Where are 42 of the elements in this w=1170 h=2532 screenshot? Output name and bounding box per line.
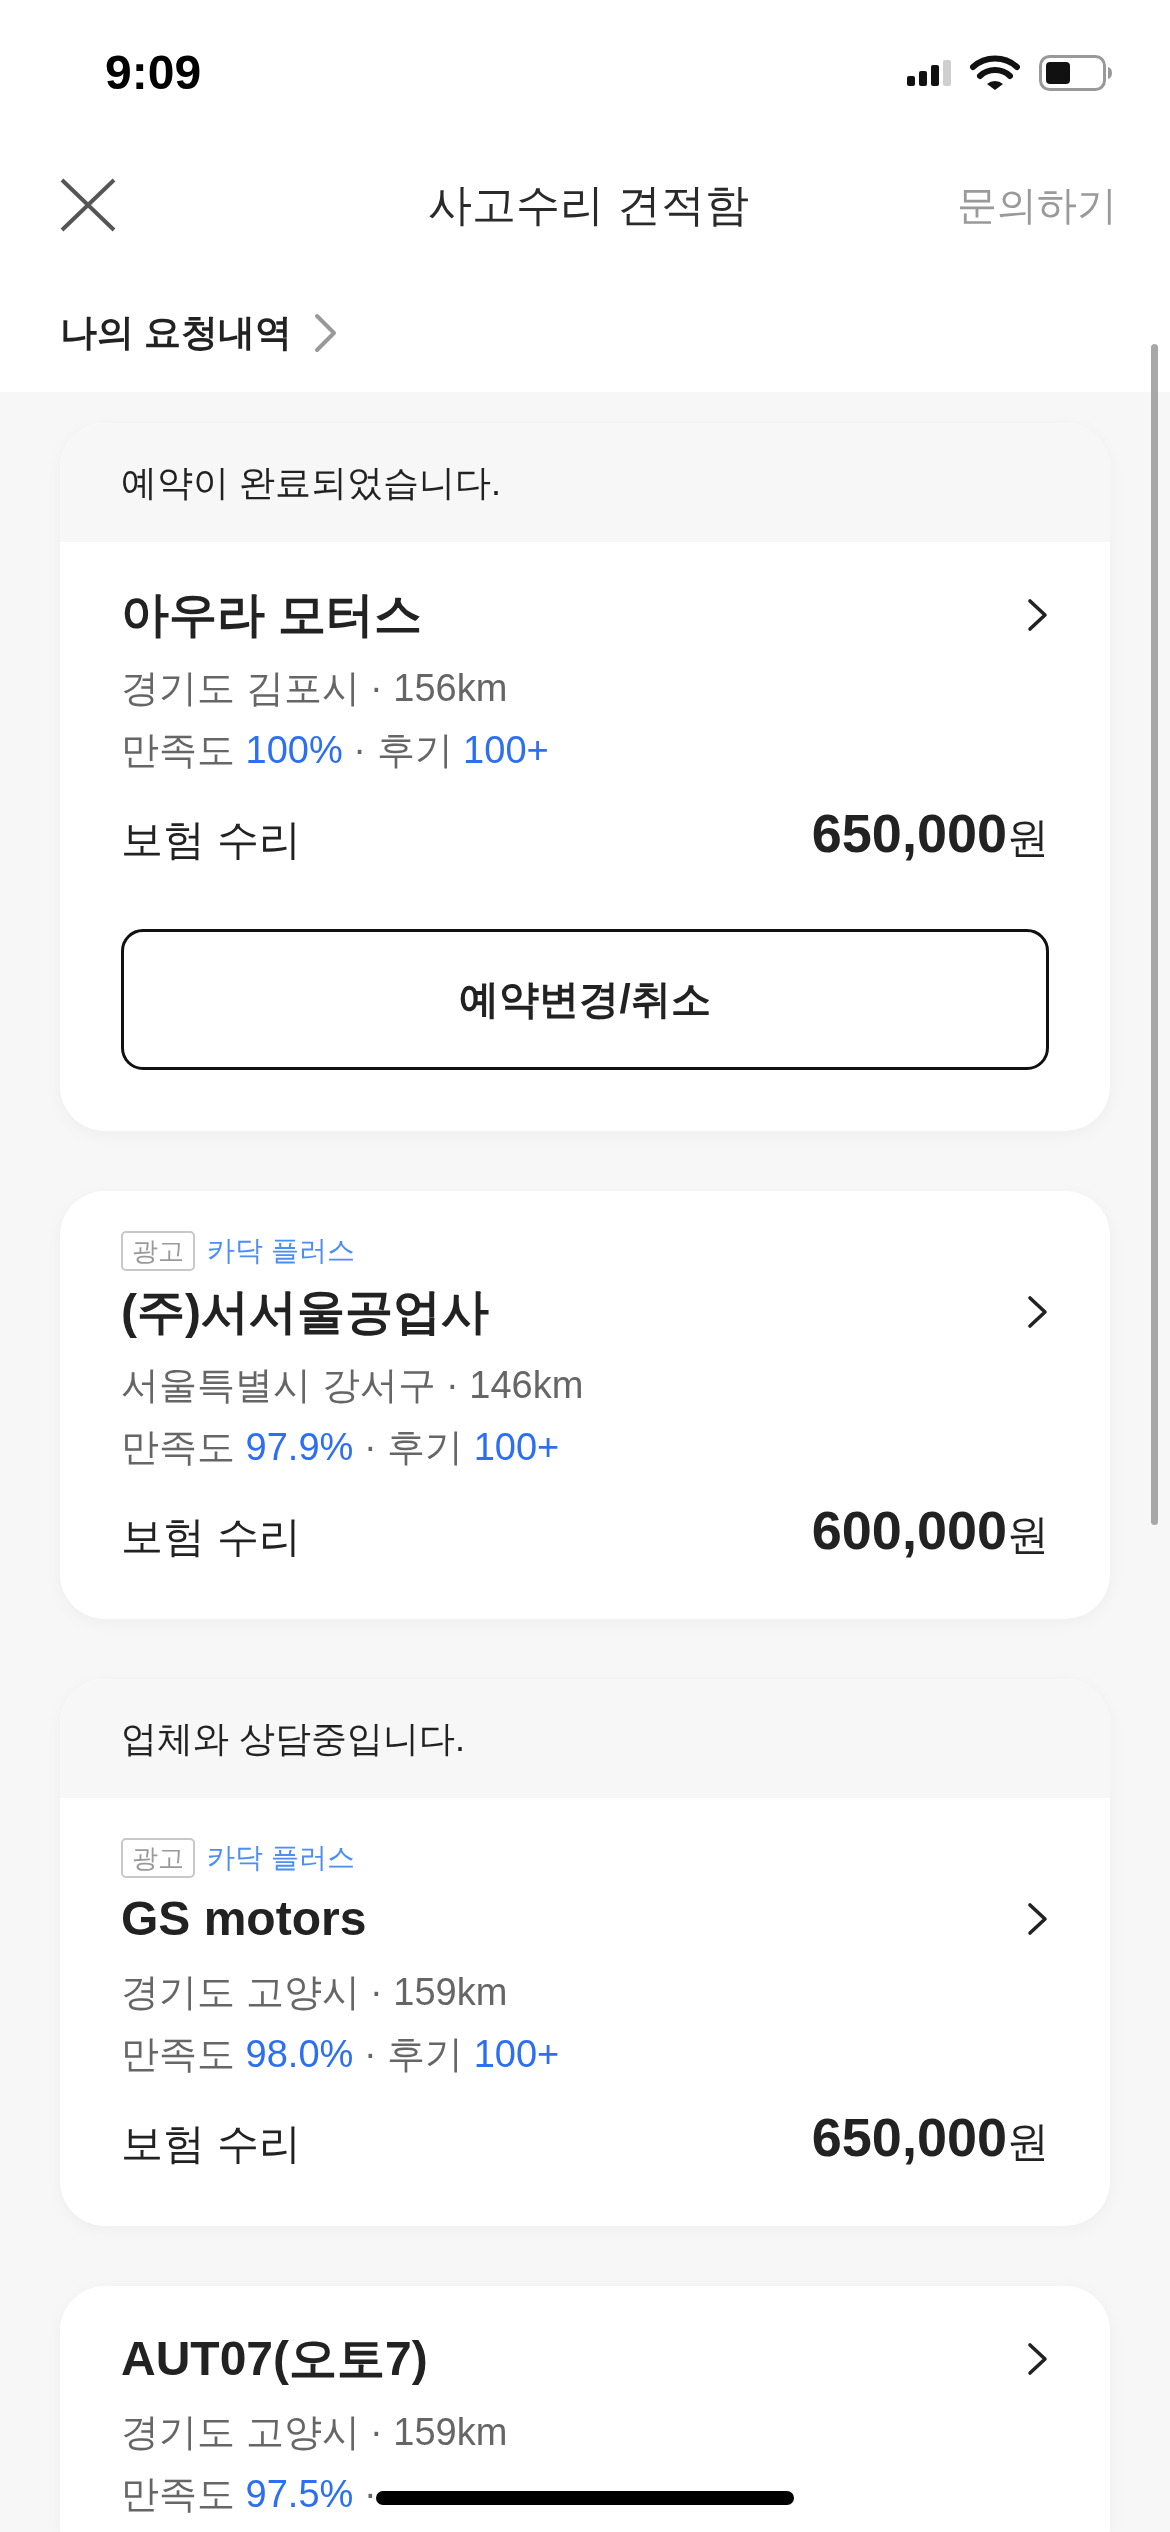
signal-icon — [907, 60, 951, 86]
wifi-icon — [970, 55, 1020, 91]
shop-name: AUT07(오토7) — [121, 2331, 428, 2387]
shop-name: GS motors — [121, 1891, 367, 1947]
service-type: 보험 수리 — [121, 2119, 301, 2169]
status-time: 9:09 — [105, 45, 202, 101]
shop-name: (주)서서울공업사 — [121, 1284, 489, 1340]
shop-card[interactable]: 예약이 완료되었습니다. 아우라 모터스 경기도 김포시 · 156km 만족도 100% · 후기 100+ 보험 수리 650,000원 예약변경/취소 — [60, 423, 1110, 1131]
location-text: 경기도 고양시 · 159km — [121, 1970, 508, 2015]
chevron-right-icon — [1027, 598, 1049, 632]
chevron-right-icon — [1027, 1902, 1049, 1936]
shop-card[interactable]: 광고 카닥 플러스 (주)서서울공업사 서울특별시 강서구 · 146km 만족도 97.9% · 후기 100+ 보험 수리 600,000원 — [60, 1191, 1110, 1619]
location-text: 경기도 김포시 · 156km — [121, 666, 508, 711]
rating-text: 만족도 97.5% · — [121, 2472, 377, 2517]
shop-card[interactable]: AUT07(오토7) 경기도 고양시 · 159km 만족도 97.5% · — [60, 2286, 1110, 2532]
service-type: 보험 수리 — [121, 815, 301, 865]
price-text: 650,000원 — [811, 2107, 1049, 2169]
page-title: 사고수리 견적함 — [428, 179, 749, 231]
shop-name: 아우라 모터스 — [121, 587, 423, 643]
chevron-right-icon — [1027, 2342, 1049, 2376]
chevron-right-icon — [314, 313, 339, 353]
brand-label: 카닥 플러스 — [207, 1841, 355, 1875]
rating-text: 만족도 100% · 후기 100+ — [121, 728, 549, 773]
chevron-right-icon — [1027, 1295, 1049, 1329]
status-message: 업체와 상담중입니다. — [121, 1716, 465, 1761]
status-message: 예약이 완료되었습니다. — [121, 460, 501, 505]
ad-badge: 광고 — [121, 1231, 195, 1271]
reservation-change-button[interactable]: 예약변경/취소 — [121, 929, 1049, 1070]
brand-label: 카닥 플러스 — [207, 1234, 355, 1268]
price-text: 650,000원 — [811, 803, 1049, 865]
price-text: 600,000원 — [811, 1500, 1049, 1562]
close-button[interactable] — [60, 178, 116, 232]
service-type: 보험 수리 — [121, 1512, 301, 1562]
location-text: 서울특별시 강서구 · 146km — [121, 1363, 584, 1408]
rating-text: 만족도 97.9% · 후기 100+ — [121, 1425, 560, 1470]
location-text: 경기도 고양시 · 159km — [121, 2410, 508, 2455]
close-icon — [60, 178, 116, 232]
ad-badge: 광고 — [121, 1838, 195, 1878]
battery-icon — [1039, 55, 1113, 91]
my-requests-link[interactable]: 나의 요청내역 — [60, 309, 339, 357]
rating-text: 만족도 98.0% · 후기 100+ — [121, 2032, 560, 2077]
shop-card[interactable]: 업체와 상담중입니다. 광고 카닥 플러스 GS motors 경기도 고양시 · 159km 만족도 98.0% · 후기 100+ 보험 수리 650,000원 — [60, 1679, 1110, 2226]
